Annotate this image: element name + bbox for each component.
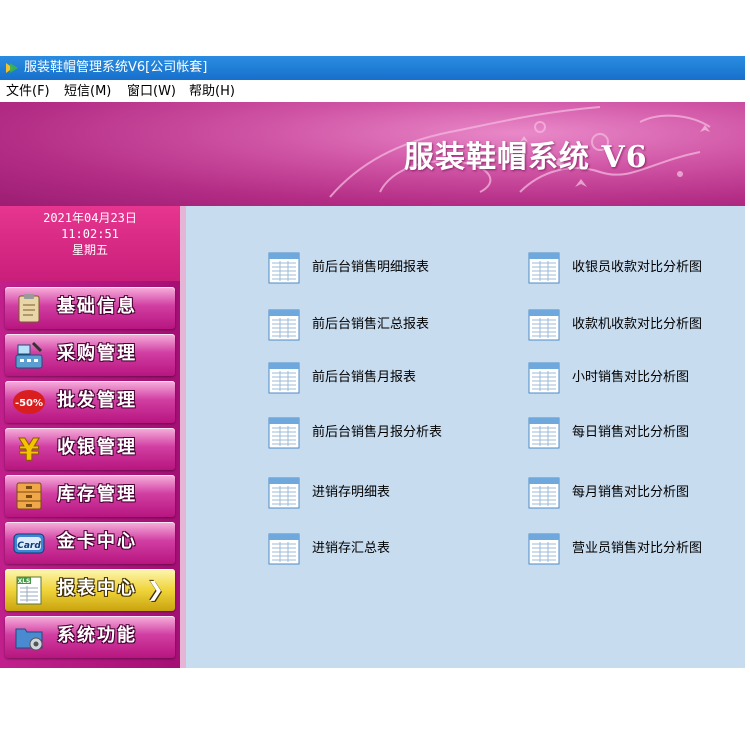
- report-panel: 前后台销售明细报表 前后台销售汇总报表 前后台销售月报表 前后台销售月报分析表 …: [186, 206, 745, 668]
- report-link[interactable]: 进销存明细表: [268, 477, 488, 509]
- nav-purchase[interactable]: 采购管理: [5, 334, 175, 376]
- title-bar[interactable]: 服装鞋帽管理系统V6[公司帐套]: [0, 56, 745, 80]
- datetime-panel: 2021年04月23日 11:02:51 星期五: [0, 206, 180, 281]
- report-table-icon: [528, 533, 560, 565]
- nav-label: 采购管理: [57, 343, 137, 364]
- report-label: 收银员收款对比分析图: [572, 260, 703, 275]
- drawer-cabinet-icon: [16, 482, 42, 510]
- current-time: 11:02:51: [61, 227, 119, 241]
- report-label: 前后台销售月报表: [312, 370, 417, 385]
- current-weekday: 星期五: [71, 243, 108, 257]
- nav-label: 批发管理: [57, 390, 137, 411]
- card-icon: Card: [13, 533, 45, 554]
- xls-spreadsheet-icon: XLS: [16, 576, 42, 605]
- report-table-icon: [268, 417, 300, 449]
- menu-help[interactable]: 帮助(H): [189, 84, 235, 99]
- report-label: 营业员销售对比分析图: [572, 541, 703, 556]
- report-label: 前后台销售明细报表: [312, 260, 430, 275]
- nav-basic-info[interactable]: 基础信息: [5, 287, 175, 329]
- report-label: 前后台销售月报分析表: [312, 425, 443, 440]
- discount-badge-text: -50%: [15, 398, 43, 409]
- discount-tag-icon: -50%: [13, 390, 45, 414]
- window-title: 服装鞋帽管理系统V6[公司帐套]: [24, 60, 208, 75]
- nav-system[interactable]: 系统功能: [5, 616, 175, 658]
- sidebar: 2021年04月23日 11:02:51 星期五 基础信息 采购管理 -50% …: [0, 206, 186, 668]
- clipboard-icon: [18, 294, 40, 323]
- report-link[interactable]: 收银员收款对比分析图: [528, 252, 748, 284]
- report-link[interactable]: 每月销售对比分析图: [528, 477, 748, 509]
- report-table-icon: [268, 252, 300, 284]
- report-table-icon: [268, 309, 300, 341]
- report-label: 每月销售对比分析图: [572, 485, 690, 500]
- report-table-icon: [528, 477, 560, 509]
- xls-badge-text: XLS: [18, 578, 31, 585]
- nav-label: 基础信息: [57, 296, 137, 317]
- nav-label: 库存管理: [57, 484, 137, 505]
- report-label: 进销存明细表: [312, 485, 391, 500]
- report-link[interactable]: 每日销售对比分析图: [528, 417, 748, 449]
- report-table-icon: [528, 417, 560, 449]
- report-table-icon: [268, 533, 300, 565]
- nav-cashier[interactable]: ¥ 收银管理: [5, 428, 175, 470]
- settings-folder-icon: [15, 628, 43, 651]
- report-table-icon: [528, 309, 560, 341]
- brand-title: 服装鞋帽系统 V6: [404, 140, 648, 175]
- report-label: 每日销售对比分析图: [572, 425, 690, 440]
- nav-label: 报表中心: [57, 578, 137, 599]
- report-label: 小时销售对比分析图: [572, 370, 690, 385]
- report-table-icon: [528, 362, 560, 394]
- card-text: Card: [17, 541, 41, 551]
- menu-file[interactable]: 文件(F): [6, 84, 50, 99]
- app-window: 服装鞋帽管理系统V6[公司帐套] 文件(F) 短信(M) 窗口(W) 帮助(H): [0, 56, 745, 668]
- nav-inventory[interactable]: 库存管理: [5, 475, 175, 517]
- report-label: 收款机收款对比分析图: [572, 317, 703, 332]
- report-link[interactable]: 营业员销售对比分析图: [528, 533, 748, 565]
- nav-label: 收银管理: [57, 437, 137, 458]
- chevron-right-icon: ❯: [147, 577, 164, 601]
- yen-icon: ¥: [18, 433, 40, 465]
- report-table-icon: [528, 252, 560, 284]
- app-logo-icon: [6, 63, 18, 73]
- report-link[interactable]: 前后台销售汇总报表: [268, 309, 488, 341]
- menu-bar: 文件(F) 短信(M) 窗口(W) 帮助(H): [0, 80, 745, 102]
- yen-symbol: ¥: [19, 433, 40, 465]
- report-label: 前后台销售汇总报表: [312, 317, 430, 332]
- report-table-icon: [268, 362, 300, 394]
- cash-register-icon: [15, 341, 43, 369]
- report-link[interactable]: 前后台销售月报表: [268, 362, 488, 394]
- menu-sms[interactable]: 短信(M): [64, 84, 111, 99]
- nav-label: 金卡中心: [57, 531, 137, 552]
- nav-report-center[interactable]: XLS 报表中心 ❯: [5, 569, 175, 611]
- report-link[interactable]: 前后台销售月报分析表: [268, 417, 488, 449]
- nav-gold-card[interactable]: Card 金卡中心: [5, 522, 175, 564]
- nav-label: 系统功能: [57, 625, 137, 646]
- header-banner: 服装鞋帽系统 V6: [0, 102, 745, 206]
- current-date: 2021年04月23日: [43, 211, 137, 225]
- report-link[interactable]: 小时销售对比分析图: [528, 362, 748, 394]
- report-table-icon: [268, 477, 300, 509]
- report-link[interactable]: 前后台销售明细报表: [268, 252, 488, 284]
- menu-window[interactable]: 窗口(W): [127, 84, 176, 99]
- report-label: 进销存汇总表: [312, 541, 391, 556]
- report-link[interactable]: 进销存汇总表: [268, 533, 488, 565]
- nav-wholesale[interactable]: -50% 批发管理: [5, 381, 175, 423]
- report-link[interactable]: 收款机收款对比分析图: [528, 309, 748, 341]
